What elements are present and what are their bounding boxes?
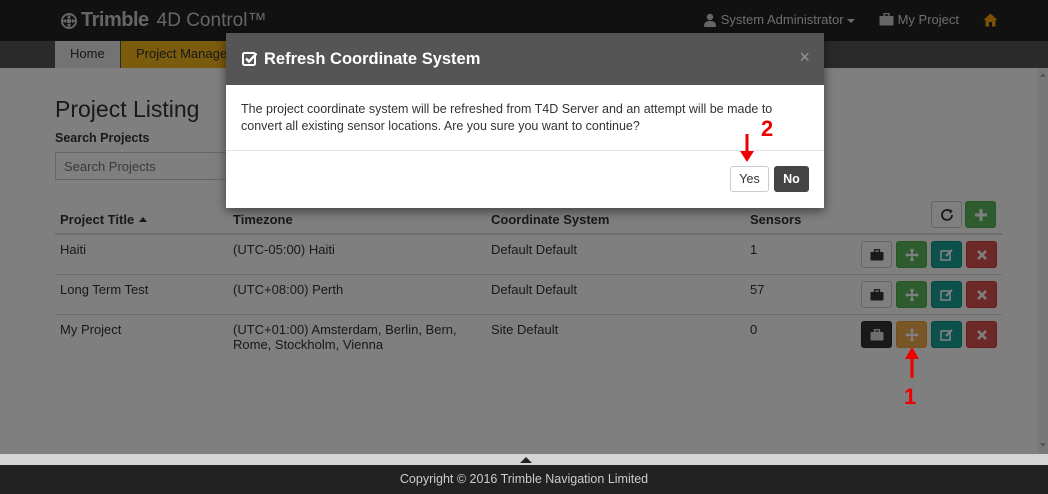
modal-header: Refresh Coordinate System × [226, 33, 824, 85]
annotation-arrow-down-icon [740, 134, 754, 162]
refresh-coordinate-dialog: Refresh Coordinate System × The project … [226, 33, 824, 208]
modal-footer: Yes No [226, 151, 824, 208]
yes-button[interactable]: Yes [730, 166, 769, 192]
modal-message: The project coordinate system will be re… [226, 85, 824, 151]
modal-title: Refresh Coordinate System [264, 49, 481, 68]
check-square-icon [242, 52, 258, 66]
no-button[interactable]: No [774, 166, 809, 192]
annotation-arrow-up-icon [905, 347, 919, 378]
chevron-up-icon [520, 457, 532, 463]
footer-toggle[interactable] [0, 454, 1048, 465]
footer-copyright: Copyright © 2016 Trimble Navigation Limi… [0, 465, 1048, 494]
annotation-step-1: 1 [904, 384, 917, 409]
annotation-step-2: 2 [761, 116, 774, 141]
close-icon[interactable]: × [799, 48, 810, 66]
